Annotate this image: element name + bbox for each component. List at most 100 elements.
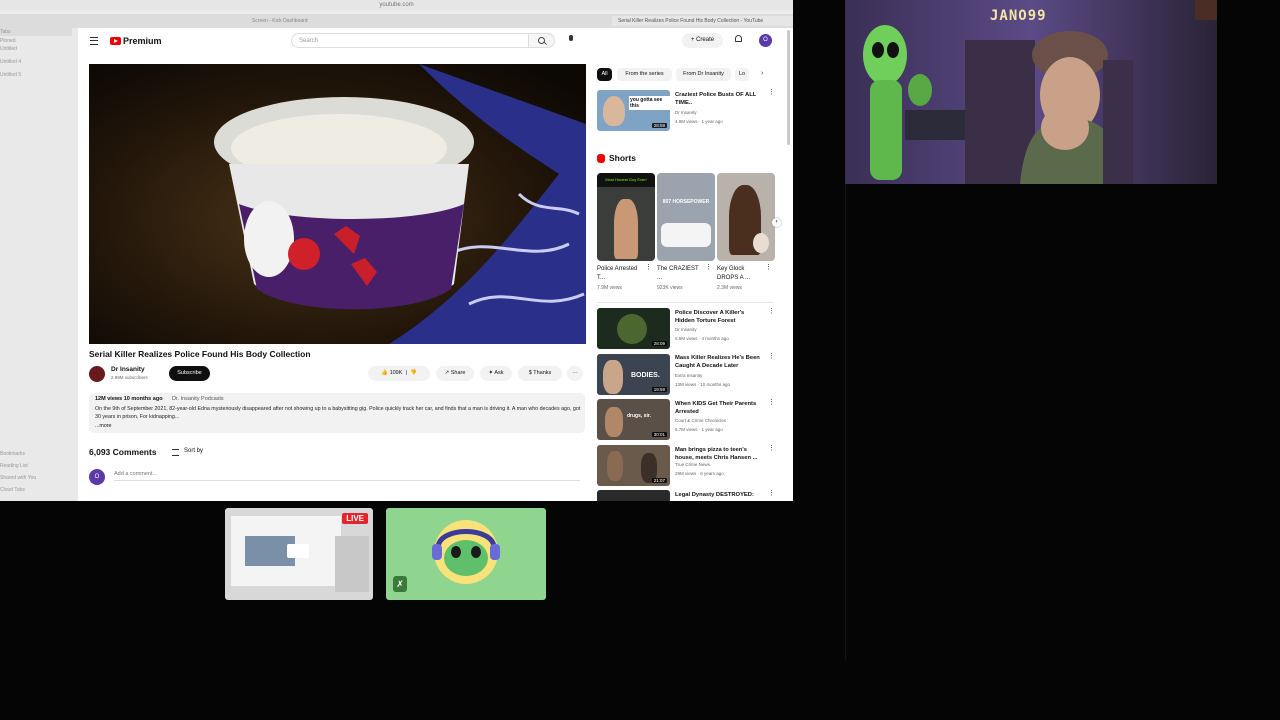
account-avatar[interactable]: O <box>759 34 772 47</box>
rec-menu-icon-5[interactable]: ⋮ <box>768 490 775 500</box>
sidebar-item-reading-list[interactable]: Reading List <box>0 463 28 469</box>
sidebar-item-cloud-tabs[interactable]: Cloud Tabs <box>0 487 25 493</box>
browser-sidebar: Tabs Pinned Untitled Untitled 4 Untitled… <box>0 28 78 501</box>
chip-all[interactable]: All <box>597 68 612 81</box>
shorts-icon <box>597 154 605 163</box>
more-actions-button[interactable]: ··· <box>567 366 583 381</box>
short-views-3: 2.3M views <box>717 285 743 291</box>
rec-channel-1[interactable]: Dr Insanity <box>675 327 697 332</box>
rec-thumbnail-top[interactable]: you gotta see this 28:59 <box>597 90 670 131</box>
shorts-divider <box>597 302 773 303</box>
sidebar-item-untitled-4[interactable]: Untitled 4 <box>0 59 21 65</box>
youtube-logo-icon[interactable] <box>110 37 121 45</box>
youtube-page: Premium Search + Create O Serial Killer … <box>78 28 793 501</box>
short-views-1: 7.9M views <box>597 285 623 291</box>
create-button[interactable]: + Create <box>682 33 723 48</box>
sidebar-item-tabs[interactable]: Tabs <box>0 29 11 35</box>
short-views-2: 923K views <box>657 285 683 291</box>
sidebar-item-pinned[interactable]: Pinned <box>0 38 16 44</box>
shorts-next-icon[interactable]: › <box>772 218 781 227</box>
short-title-3[interactable]: Key Glock DROPS A ... <box>717 265 765 283</box>
short-title-2[interactable]: The CRAZIEST ... <box>657 265 705 283</box>
video-player[interactable] <box>89 64 586 344</box>
rec-thumbnail-3[interactable]: drugs, sir. 30:01 <box>597 399 670 440</box>
webcam-image <box>845 0 1217 184</box>
rec-channel-top[interactable]: Dr Insanity <box>675 110 697 115</box>
chip-from-dr-insanity[interactable]: From Dr Insanity <box>676 68 731 81</box>
browser-tab-youtube[interactable]: Serial Killer Realizes Police Found His … <box>612 16 793 26</box>
rec-thumbnail-2[interactable]: BODIES. 19:59 <box>597 354 670 395</box>
rec-channel-4[interactable]: True Crime News <box>675 462 710 467</box>
short-thumbnail-2[interactable]: 807 HORSEPOWER <box>657 173 715 261</box>
search-icon <box>538 37 545 44</box>
rec-channel-2[interactable]: Extra Insanity <box>675 373 702 378</box>
video-title: Serial Killer Realizes Police Found His … <box>89 349 311 359</box>
subscriber-count: 2.99M subscribers <box>111 375 148 380</box>
browser-window: youtube.com Screen - Kick Dashboard Seri… <box>0 0 793 501</box>
chip-next-chevron-icon[interactable]: › <box>761 70 763 77</box>
thanks-button[interactable]: $ Thanks <box>518 366 562 381</box>
rec-title-5[interactable]: Legal Dynasty DESTROYED: <box>675 491 761 499</box>
short-title-1[interactable]: Police Arrested T... <box>597 265 645 283</box>
sidebar-item-bookmarks[interactable]: Bookmarks <box>0 451 25 457</box>
description-more[interactable]: ...more <box>95 423 111 429</box>
rec-menu-icon[interactable]: ⋮ <box>768 89 775 99</box>
webcam-sign-text: JANO99 <box>990 8 1047 24</box>
ask-button[interactable]: ✦ Ask <box>480 366 512 381</box>
video-description[interactable]: 12M views 10 months ago Dr. Insanity Pod… <box>89 393 585 433</box>
rec-title-3[interactable]: When KIDS Get Their Parents Arrested <box>675 400 761 416</box>
avatar-tile[interactable]: ✗ <box>386 508 546 600</box>
description-text: On the 9th of September 2021, 82-year-ol… <box>95 406 581 420</box>
rec-menu-icon-3[interactable]: ⋮ <box>768 399 775 409</box>
short-menu-icon-1[interactable]: ⋮ <box>645 264 652 274</box>
like-dislike-button[interactable]: 👍 109K | 👎 <box>368 366 430 381</box>
short-thumbnail-1[interactable]: Most Honest Guy Ever! <box>597 173 655 261</box>
rec-menu-icon-2[interactable]: ⋮ <box>768 353 775 363</box>
share-button[interactable]: ↗ Share <box>436 366 474 381</box>
rec-thumbnail-4[interactable]: 21:07 <box>597 445 670 486</box>
sidebar-item-untitled[interactable]: Untitled <box>0 46 17 52</box>
layout-divider <box>845 184 846 660</box>
video-frame <box>89 64 586 344</box>
short-thumbnail-3[interactable] <box>717 173 775 261</box>
channel-name[interactable]: Dr Insanity <box>111 366 145 373</box>
search-input[interactable]: Search <box>291 33 529 48</box>
rec-title-top[interactable]: Craziest Police Busts OF ALL TIME.. <box>675 91 761 107</box>
rec-meta-3: 5.7M views · 1 year ago <box>675 427 723 432</box>
browser-tab-kick[interactable]: Screen - Kick Dashboard <box>246 16 492 26</box>
description-tag[interactable]: Dr. Insanity Podcasts <box>172 396 224 402</box>
short-menu-icon-2[interactable]: ⋮ <box>705 264 712 274</box>
sidebar-item-shared-with-you[interactable]: Shared with You <box>0 475 36 481</box>
rec-channel-3[interactable]: Court & Crime Chronicles <box>675 418 726 423</box>
screen-share-tile[interactable]: LIVE <box>225 508 373 600</box>
rec-title-1[interactable]: Police Discover A Killer's Hidden Tortur… <box>675 309 761 325</box>
rec-meta-4: 29M views · 6 years ago <box>675 471 724 476</box>
channel-avatar[interactable] <box>89 366 105 382</box>
youtube-logo-text[interactable]: Premium <box>123 36 162 46</box>
short-menu-icon-3[interactable]: ⋮ <box>765 264 772 274</box>
rec-menu-icon-1[interactable]: ⋮ <box>768 308 775 318</box>
add-comment-input[interactable]: Add a comment... <box>114 471 580 481</box>
address-bar[interactable]: youtube.com <box>0 0 793 10</box>
sidebar-item-untitled-5[interactable]: Untitled 5 <box>0 72 21 78</box>
notifications-bell-icon[interactable] <box>735 35 742 42</box>
chip-from-series[interactable]: From the series <box>617 68 672 81</box>
chip-more[interactable]: Lo <box>735 68 749 81</box>
live-badge: LIVE <box>342 513 368 524</box>
sort-comments-button[interactable]: Sort by <box>172 448 203 456</box>
search-button[interactable] <box>529 33 555 48</box>
view-count-date: 12M views 10 months ago <box>95 396 163 402</box>
tab-row: Screen - Kick Dashboard Serial Killer Re… <box>0 14 793 28</box>
rec-thumbnail-1[interactable]: 28:09 <box>597 308 670 349</box>
rec-title-2[interactable]: Mass Killer Realizes He's Been Caught A … <box>675 354 761 370</box>
avatar-image <box>432 520 500 584</box>
rec-title-4[interactable]: Man brings pizza to teen's house, meets … <box>675 446 761 462</box>
mic-muted-icon[interactable]: ✗ <box>393 576 407 592</box>
rec-menu-icon-4[interactable]: ⋮ <box>768 445 775 455</box>
subscribe-button[interactable]: Subscribe <box>169 366 210 381</box>
url-text: youtube.com <box>379 2 414 8</box>
menu-icon[interactable] <box>90 37 98 45</box>
rec-thumbnail-5[interactable] <box>597 490 670 501</box>
microphone-icon[interactable] <box>569 35 573 41</box>
page-scrollbar[interactable] <box>787 30 790 145</box>
